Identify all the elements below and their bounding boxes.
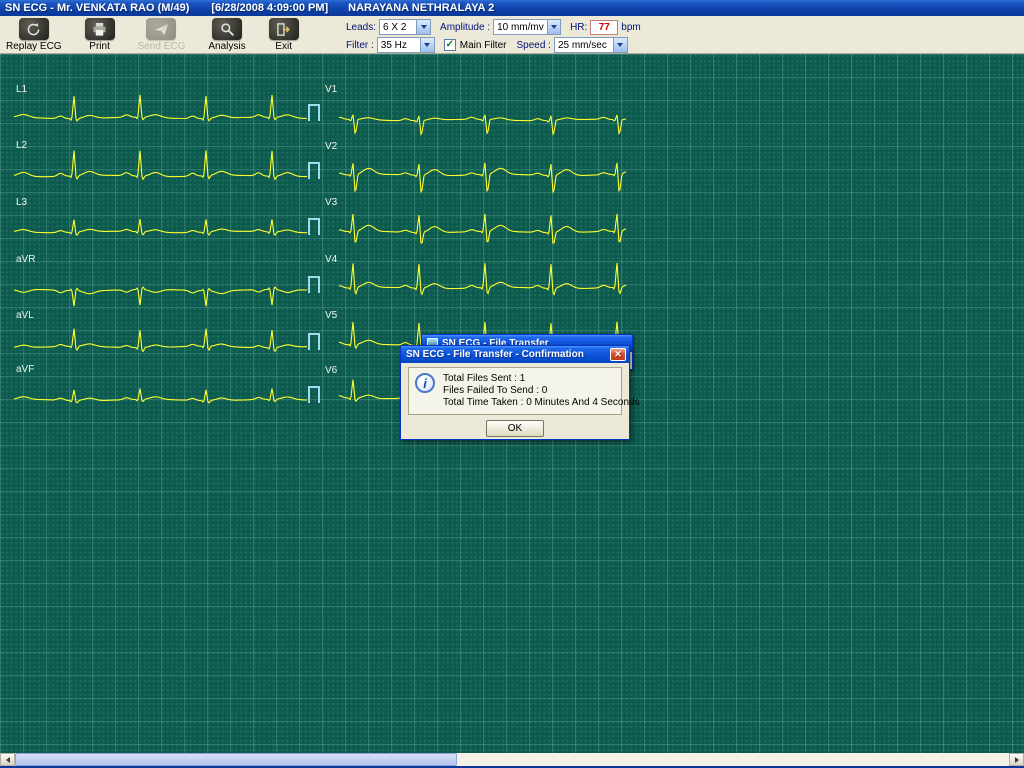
svg-text:V3: V3 — [325, 197, 338, 208]
print-icon — [84, 18, 115, 40]
print-button[interactable]: Print — [81, 17, 119, 53]
scrollbar-thumb[interactable] — [15, 753, 457, 766]
leads-select-value: 6 X 2 — [383, 21, 407, 33]
toolbar-button-label: Exit — [275, 41, 292, 52]
amplitude-label: Amplitude : — [440, 21, 491, 33]
horizontal-scrollbar[interactable] — [0, 753, 1024, 766]
chevron-down-icon — [419, 38, 434, 52]
svg-text:L3: L3 — [16, 197, 28, 208]
svg-text:V1: V1 — [325, 84, 338, 95]
speed-label: Speed : — [516, 39, 551, 51]
dialog-title: SN ECG - File Transfer - Confirmation — [406, 349, 584, 360]
filter-select-value: 35 Hz — [380, 39, 407, 51]
scroll-right-button[interactable] — [1009, 753, 1024, 766]
main-filter-checkbox[interactable] — [443, 39, 456, 51]
speed-select[interactable]: 25 mm/sec — [553, 37, 628, 53]
toolbar-buttons: Replay ECG Print Send ECG Analysis Exit — [2, 17, 303, 53]
toolbar: Replay ECG Print Send ECG Analysis Exit Lead… — [0, 16, 1024, 54]
arrow-left-icon — [5, 756, 10, 763]
window-titlebar: SN ECG - Mr. VENKATA RAO (M/49) [6/28/20… — [0, 0, 1024, 16]
leads-label: Leads: — [346, 21, 377, 33]
svg-text:L2: L2 — [16, 140, 28, 151]
chevron-down-icon — [546, 20, 561, 34]
svg-text:aVR: aVR — [16, 254, 35, 265]
chevron-down-icon — [416, 20, 431, 34]
scrollbar-track[interactable] — [15, 753, 1009, 766]
info-icon — [415, 373, 435, 393]
send-ecg-button: Send ECG — [134, 17, 190, 53]
leads-select[interactable]: 6 X 2 — [379, 19, 432, 35]
arrow-right-icon — [1014, 756, 1019, 763]
dialog-message-box: Total Files Sent : 1Files Failed To Send… — [408, 367, 640, 415]
svg-text:V2: V2 — [325, 141, 338, 152]
ok-button[interactable]: OK — [486, 420, 544, 437]
amplitude-select[interactable]: 10 mm/mv — [493, 19, 562, 35]
svg-text:V5: V5 — [325, 310, 338, 321]
analysis-button[interactable]: Analysis — [204, 17, 249, 53]
svg-text:V4: V4 — [325, 254, 338, 265]
toolbar-button-label: Replay ECG — [6, 41, 62, 52]
exit-icon — [268, 18, 299, 40]
filter-select[interactable]: 35 Hz — [376, 37, 435, 53]
speed-select-value: 25 mm/sec — [557, 39, 607, 51]
svg-text:L1: L1 — [16, 84, 28, 95]
scroll-left-button[interactable] — [0, 753, 15, 766]
replay-ecg-button[interactable]: Replay ECG — [2, 17, 66, 53]
dialog-message-line: Files Failed To Send : 0 — [443, 385, 548, 396]
main-filter-label: Main Filter — [459, 39, 507, 51]
replay-icon — [18, 18, 49, 40]
dialog-body: Total Files Sent : 1Files Failed To Send… — [401, 363, 640, 437]
dialog-titlebar[interactable]: SN ECG - File Transfer - Confirmation — [401, 346, 629, 363]
toolbar-button-label: Send ECG — [137, 41, 186, 52]
toolbar-button-label: Print — [89, 41, 110, 52]
exit-button[interactable]: Exit — [265, 17, 303, 53]
toolbar-controls-row-2: Filter : 35 Hz Main Filter Speed : 25 mm… — [346, 37, 644, 53]
send-icon — [146, 18, 177, 40]
analysis-icon — [212, 18, 243, 40]
dialog-message-line: Total Files Sent : 1 — [443, 373, 526, 384]
dialog-message-line: Total Time Taken : 0 Minutes And 4 Secon… — [443, 397, 640, 408]
titlebar-datetime: [6/28/2008 4:09:00 PM] — [211, 2, 329, 14]
titlebar-center-name: NARAYANA NETHRALAYA 2 — [348, 2, 495, 14]
toolbar-button-label: Analysis — [208, 41, 246, 52]
application-window: SN ECG - Mr. VENKATA RAO (M/49) [6/28/20… — [0, 0, 1024, 768]
heart-rate-value: 77 — [590, 19, 619, 35]
window-title: SN ECG - Mr. VENKATA RAO (M/49) — [5, 2, 190, 14]
amplitude-select-value: 10 mm/mv — [497, 21, 544, 33]
filter-label: Filter : — [346, 39, 374, 51]
chevron-down-icon — [612, 38, 627, 52]
svg-text:aVF: aVF — [16, 364, 34, 375]
toolbar-controls-row-1: Leads: 6 X 2 Amplitude : 10 mm/mv HR: 77… — [346, 19, 644, 35]
hr-unit-label: bpm — [621, 21, 641, 33]
file-transfer-confirmation-dialog: SN ECG - File Transfer - Confirmation To… — [400, 345, 640, 440]
toolbar-controls: Leads: 6 X 2 Amplitude : 10 mm/mv HR: 77… — [346, 19, 644, 55]
svg-text:V6: V6 — [325, 365, 338, 376]
close-icon[interactable] — [610, 348, 626, 361]
dialog-message-lines: Total Files Sent : 1 Files Failed To Send… — [443, 373, 640, 409]
ecg-display: L1 L2 L3 aVR aVL aVF V1 V2 V3 V4 V5 V6 SN ECG - Fil… — [0, 54, 1024, 753]
hr-label: HR: — [570, 21, 588, 33]
svg-text:aVL: aVL — [16, 310, 34, 321]
